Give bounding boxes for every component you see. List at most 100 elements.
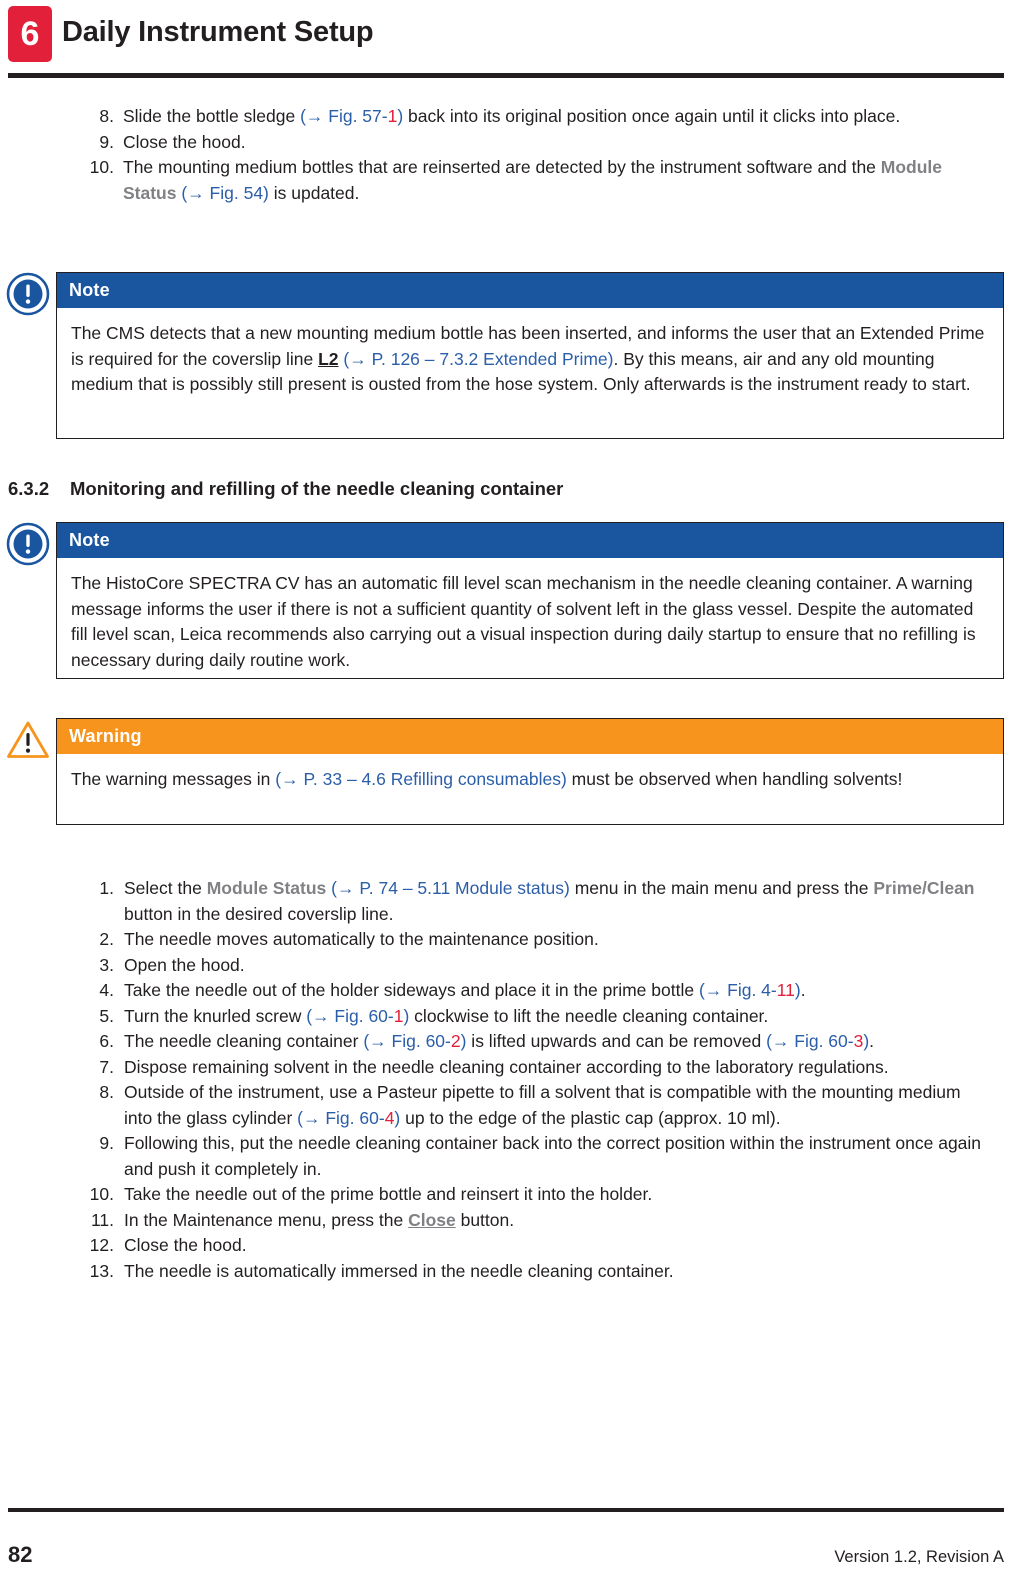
text-run: . [869,1031,875,1051]
list-item-number: 7. [99,1056,114,1077]
text-run: Close the hood. [123,131,246,152]
list-item-text: Take the needle out of the holder sidewa… [124,980,806,1000]
text-run: Slide the bottle sledge [123,106,301,126]
list-item-text: Turn the knurled screw (→ Fig. 60-1) clo… [124,1006,768,1026]
list-item: 6. The needle cleaning container (→ Fig. … [84,1029,984,1055]
section-title: Monitoring and refilling of the needle c… [70,478,564,499]
list-item-text: The needle moves automatically to the ma… [124,929,599,949]
ui-term-reference: Module Status [206,878,327,898]
text-run: The HistoCore SPECTRA CV has an automati… [71,573,976,670]
list-item-text: Select the Module Status (→ P. 74 – 5.11… [124,878,975,924]
note-callout-1-label: Note [57,273,1003,308]
list-item-text: Following this, put the needle cleaning … [124,1133,981,1179]
text-run: The mounting medium bottles that are rei… [123,157,881,177]
list-item: 8. Outside of the instrument, use a Paste… [84,1080,984,1131]
cross-reference-item-number[interactable]: 1 [388,106,398,126]
list-item: 12. Close the hood. [84,1233,984,1259]
list-item: 8. Slide the bottle sledge (→ Fig. 57-1) … [80,104,985,130]
text-run: The needle is automatically immersed in … [124,1260,674,1281]
text-run: In the Maintenance menu, press the [124,1209,409,1230]
cross-reference-link[interactable]: (→ P. 126 – 7.3.2 Extended Prime) [343,349,613,369]
text-run: is updated. [268,182,360,203]
warning-callout-body: The warning messages in (→ P. 33 – 4.6 R… [57,754,1003,805]
list-item: 9. Close the hood. [80,130,985,156]
cross-reference-link[interactable]: (→ P. 74 – 5.11 Module status) [331,878,570,898]
list-item: 9. Following this, put the needle cleanin… [84,1131,984,1182]
warning-callout: Warning The warning messages in (→ P. 33… [56,718,1004,825]
list-item-number: 8. [99,1082,114,1102]
text-run: Following this, put the needle cleaning … [124,1133,982,1179]
text-run: must be observed when handling solvents! [566,769,903,789]
list-item: 2. The needle moves automatically to the … [84,927,984,953]
cross-reference-link[interactable]: (→ Fig. 57- [300,106,388,126]
list-item-text: Outside of the instrument, use a Pasteur… [124,1082,961,1128]
list-item-number: 9. [99,1133,114,1153]
footer-page-number: 82 [8,1542,33,1567]
continued-steps-list: 8. Slide the bottle sledge (→ Fig. 57-1) … [80,104,985,206]
inline-button-reference[interactable]: Close [408,1210,456,1230]
list-item-number: 2. [99,929,114,949]
list-item-text: In the Maintenance menu, press the Close… [124,1210,514,1230]
cross-reference-item-number[interactable]: 4 [385,1108,395,1128]
list-item: 4. Take the needle out of the holder side… [84,978,984,1004]
cross-reference-item-number[interactable]: 3 [854,1031,864,1051]
text-run: Open the hood. [124,954,245,975]
note-callout-1: Note The CMS detects that a new mounting… [56,272,1004,439]
header-divider [8,73,1004,78]
text-run: Dispose remaining solvent in the needle … [124,1056,889,1077]
warning-triangle-exclamation-icon [7,721,49,758]
note-callout-1-body: The CMS detects that a new mounting medi… [57,308,1003,410]
text-run: . [800,980,806,1000]
cross-reference-link[interactable]: (→ Fig. 60- [306,1006,394,1026]
page-title: Daily Instrument Setup [62,16,374,48]
list-item: 13. The needle is automatically immersed … [84,1259,984,1285]
note-callout-2-label: Note [57,523,1003,558]
text-run: clockwise to lift the needle cleaning co… [409,1005,769,1026]
list-item: 7. Dispose remaining solvent in the needl… [84,1055,984,1081]
list-item-number: 12. [89,1235,114,1255]
list-item: 1. Select the Module Status (→ P. 74 – 5.… [84,876,984,927]
cross-reference-item-number[interactable]: 2 [451,1031,461,1051]
list-item-text: The needle is automatically immersed in … [124,1261,674,1281]
list-item-text: Close the hood. [124,1235,247,1255]
text-run: The warning messages in [71,769,276,789]
text-run: The needle moves automatically to the ma… [124,929,599,949]
list-item-text: The needle cleaning container (→ Fig. 60… [124,1031,874,1051]
list-item-number: 13. [89,1260,114,1281]
inline-button-reference[interactable]: L2 [318,349,338,369]
list-item-text: Slide the bottle sledge (→ Fig. 57-1) ba… [123,106,900,126]
list-item-number: 5. [99,1005,114,1026]
text-run: Turn the knurled screw [124,1005,307,1026]
text-run: Select the [124,878,207,898]
list-item-text: The mounting medium bottles that are rei… [123,157,942,203]
text-run: menu in the main menu and press the [569,878,874,898]
text-run: Close the hood. [124,1235,247,1255]
list-item: 10. The mounting medium bottles that are … [80,155,985,206]
cross-reference-link[interactable]: (→ Fig. 60- [766,1031,854,1051]
procedure-steps-list: 1. Select the Module Status (→ P. 74 – 5.… [84,876,984,1284]
note-callout-2-body: The HistoCore SPECTRA CV has an automati… [57,558,1003,685]
list-item-number: 1. [99,878,114,898]
list-item-number: 11. [90,1209,114,1230]
text-run: up to the edge of the plastic cap (appro… [400,1107,781,1128]
list-item-text: Close the hood. [123,132,246,152]
cross-reference-link[interactable]: (→ Fig. 60- [297,1108,385,1128]
list-item-number: 3. [99,954,114,975]
cross-reference-link[interactable]: (→ Fig. 54) [181,183,269,203]
document-page: 6 Daily Instrument Setup 8. Slide the bot… [0,0,1012,1595]
footer-version-text: Version 1.2, Revision A [834,1548,1004,1566]
cross-reference-link[interactable]: (→ Fig. 60- [363,1031,451,1051]
cross-reference-link[interactable]: (→ P. 33 – 4.6 Refilling consumables) [275,769,567,789]
text-run: button. [455,1209,515,1230]
list-item: 5. Turn the knurled screw (→ Fig. 60-1) c… [84,1004,984,1030]
section-heading-632: 6.3.2 Monitoring and refilling of the ne… [8,478,968,504]
page-header: 6 Daily Instrument Setup [0,0,1012,80]
list-item-text: Open the hood. [124,955,245,975]
warning-callout-label: Warning [57,719,1003,754]
cross-reference-link[interactable]: (→ Fig. 4- [699,980,777,1000]
cross-reference-item-number[interactable]: 11 [777,980,795,1000]
list-item-number: 4. [99,980,114,1000]
text-run: button in the desired coverslip line. [124,903,394,924]
text-run: Take the needle out of the holder sidewa… [124,980,699,1000]
list-item-number: 10. [89,157,114,177]
